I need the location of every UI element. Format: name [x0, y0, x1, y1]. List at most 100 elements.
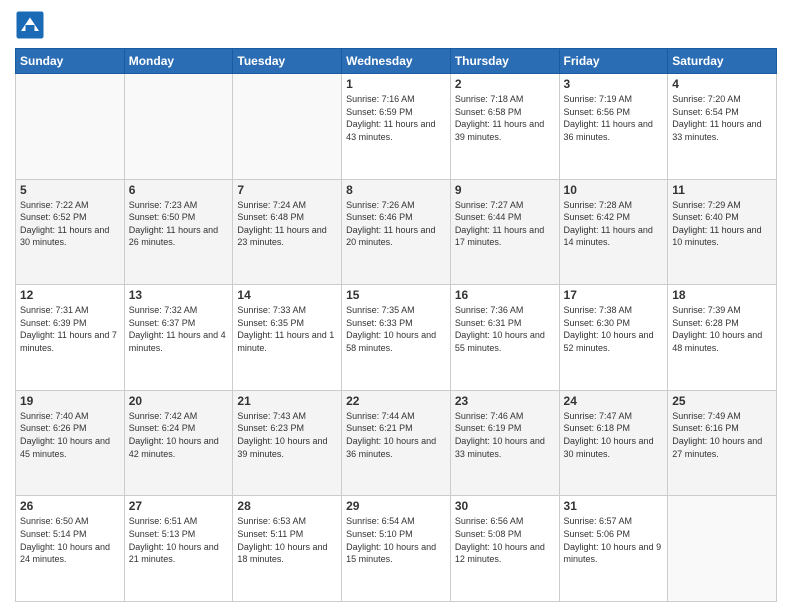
day-number: 27 — [129, 499, 229, 513]
calendar-cell: 21 Sunrise: 7:43 AMSunset: 6:23 PMDayligh… — [233, 390, 342, 496]
day-number: 21 — [237, 394, 337, 408]
calendar-cell: 3 Sunrise: 7:19 AMSunset: 6:56 PMDaylight… — [559, 74, 668, 180]
day-number: 13 — [129, 288, 229, 302]
calendar-cell: 7 Sunrise: 7:24 AMSunset: 6:48 PMDaylight… — [233, 179, 342, 285]
day-number: 3 — [564, 77, 664, 91]
weekday-header-tuesday: Tuesday — [233, 49, 342, 74]
day-number: 23 — [455, 394, 555, 408]
day-info: Sunrise: 7:19 AMSunset: 6:56 PMDaylight:… — [564, 93, 664, 143]
day-info: Sunrise: 7:23 AMSunset: 6:50 PMDaylight:… — [129, 199, 229, 249]
calendar-cell — [668, 496, 777, 602]
day-number: 6 — [129, 183, 229, 197]
day-info: Sunrise: 7:22 AMSunset: 6:52 PMDaylight:… — [20, 199, 120, 249]
calendar-cell: 15 Sunrise: 7:35 AMSunset: 6:33 PMDayligh… — [342, 285, 451, 391]
day-number: 7 — [237, 183, 337, 197]
calendar-cell: 14 Sunrise: 7:33 AMSunset: 6:35 PMDayligh… — [233, 285, 342, 391]
day-info: Sunrise: 7:20 AMSunset: 6:54 PMDaylight:… — [672, 93, 772, 143]
calendar-cell: 8 Sunrise: 7:26 AMSunset: 6:46 PMDaylight… — [342, 179, 451, 285]
day-number: 17 — [564, 288, 664, 302]
day-number: 31 — [564, 499, 664, 513]
day-info: Sunrise: 7:44 AMSunset: 6:21 PMDaylight:… — [346, 410, 446, 460]
day-number: 25 — [672, 394, 772, 408]
calendar-cell: 26Sunrise: 6:50 AMSunset: 5:14 PMDayligh… — [16, 496, 125, 602]
weekday-header-saturday: Saturday — [668, 49, 777, 74]
calendar-cell — [233, 74, 342, 180]
weekday-header-friday: Friday — [559, 49, 668, 74]
calendar-cell: 25 Sunrise: 7:49 AMSunset: 6:16 PMDayligh… — [668, 390, 777, 496]
calendar-cell: 16 Sunrise: 7:36 AMSunset: 6:31 PMDayligh… — [450, 285, 559, 391]
day-info: Sunrise: 7:16 AMSunset: 6:59 PMDaylight:… — [346, 93, 446, 143]
day-number: 22 — [346, 394, 446, 408]
calendar-cell: 30 Sunrise: 6:56 AMSunset: 5:08 PMDayligh… — [450, 496, 559, 602]
day-info: Sunrise: 6:51 AMSunset: 5:13 PMDaylight:… — [129, 515, 229, 565]
calendar-cell: 1 Sunrise: 7:16 AMSunset: 6:59 PMDaylight… — [342, 74, 451, 180]
calendar-cell: 11 Sunrise: 7:29 AMSunset: 6:40 PMDayligh… — [668, 179, 777, 285]
day-info: Sunrise: 6:57 AMSunset: 5:06 PMDaylight:… — [564, 515, 664, 565]
logo-icon — [15, 10, 45, 40]
calendar-week-2: 12 Sunrise: 7:31 AMSunset: 6:39 PMDayligh… — [16, 285, 777, 391]
day-number: 4 — [672, 77, 772, 91]
day-number: 30 — [455, 499, 555, 513]
day-info: Sunrise: 7:24 AMSunset: 6:48 PMDaylight:… — [237, 199, 337, 249]
calendar-cell: 18Sunrise: 7:39 AMSunset: 6:28 PMDayligh… — [668, 285, 777, 391]
calendar-cell: 9 Sunrise: 7:27 AMSunset: 6:44 PMDaylight… — [450, 179, 559, 285]
calendar-cell: 13 Sunrise: 7:32 AMSunset: 6:37 PMDayligh… — [124, 285, 233, 391]
day-number: 15 — [346, 288, 446, 302]
calendar-cell: 12 Sunrise: 7:31 AMSunset: 6:39 PMDayligh… — [16, 285, 125, 391]
day-info: Sunrise: 7:46 AMSunset: 6:19 PMDaylight:… — [455, 410, 555, 460]
calendar-cell: 29Sunrise: 6:54 AMSunset: 5:10 PMDayligh… — [342, 496, 451, 602]
day-info: Sunrise: 7:18 AMSunset: 6:58 PMDaylight:… — [455, 93, 555, 143]
header — [15, 10, 777, 40]
day-info: Sunrise: 7:29 AMSunset: 6:40 PMDaylight:… — [672, 199, 772, 249]
day-info: Sunrise: 7:31 AMSunset: 6:39 PMDaylight:… — [20, 304, 120, 354]
day-number: 14 — [237, 288, 337, 302]
day-number: 9 — [455, 183, 555, 197]
calendar-cell: 4 Sunrise: 7:20 AMSunset: 6:54 PMDaylight… — [668, 74, 777, 180]
calendar-cell: 31 Sunrise: 6:57 AMSunset: 5:06 PMDayligh… — [559, 496, 668, 602]
day-info: Sunrise: 6:54 AMSunset: 5:10 PMDaylight:… — [346, 515, 446, 565]
day-number: 1 — [346, 77, 446, 91]
day-info: Sunrise: 7:35 AMSunset: 6:33 PMDaylight:… — [346, 304, 446, 354]
day-info: Sunrise: 7:49 AMSunset: 6:16 PMDaylight:… — [672, 410, 772, 460]
day-number: 26 — [20, 499, 120, 513]
day-info: Sunrise: 7:47 AMSunset: 6:18 PMDaylight:… — [564, 410, 664, 460]
day-info: Sunrise: 7:43 AMSunset: 6:23 PMDaylight:… — [237, 410, 337, 460]
calendar-week-1: 5 Sunrise: 7:22 AMSunset: 6:52 PMDaylight… — [16, 179, 777, 285]
calendar-cell: 19Sunrise: 7:40 AMSunset: 6:26 PMDayligh… — [16, 390, 125, 496]
logo — [15, 10, 49, 40]
day-number: 16 — [455, 288, 555, 302]
day-number: 8 — [346, 183, 446, 197]
calendar-cell: 10Sunrise: 7:28 AMSunset: 6:42 PMDayligh… — [559, 179, 668, 285]
calendar-week-3: 19Sunrise: 7:40 AMSunset: 6:26 PMDayligh… — [16, 390, 777, 496]
day-number: 18 — [672, 288, 772, 302]
day-number: 12 — [20, 288, 120, 302]
day-number: 24 — [564, 394, 664, 408]
day-info: Sunrise: 7:36 AMSunset: 6:31 PMDaylight:… — [455, 304, 555, 354]
calendar-cell — [16, 74, 125, 180]
calendar-cell: 23 Sunrise: 7:46 AMSunset: 6:19 PMDayligh… — [450, 390, 559, 496]
day-info: Sunrise: 7:28 AMSunset: 6:42 PMDaylight:… — [564, 199, 664, 249]
day-info: Sunrise: 7:33 AMSunset: 6:35 PMDaylight:… — [237, 304, 337, 354]
calendar-cell — [124, 74, 233, 180]
calendar-week-4: 26Sunrise: 6:50 AMSunset: 5:14 PMDayligh… — [16, 496, 777, 602]
day-info: Sunrise: 6:56 AMSunset: 5:08 PMDaylight:… — [455, 515, 555, 565]
day-info: Sunrise: 7:38 AMSunset: 6:30 PMDaylight:… — [564, 304, 664, 354]
weekday-header-thursday: Thursday — [450, 49, 559, 74]
day-info: Sunrise: 7:32 AMSunset: 6:37 PMDaylight:… — [129, 304, 229, 354]
day-info: Sunrise: 7:27 AMSunset: 6:44 PMDaylight:… — [455, 199, 555, 249]
calendar-week-0: 1 Sunrise: 7:16 AMSunset: 6:59 PMDaylight… — [16, 74, 777, 180]
calendar-cell: 28Sunrise: 6:53 AMSunset: 5:11 PMDayligh… — [233, 496, 342, 602]
calendar-cell: 17 Sunrise: 7:38 AMSunset: 6:30 PMDayligh… — [559, 285, 668, 391]
day-number: 28 — [237, 499, 337, 513]
weekday-header-monday: Monday — [124, 49, 233, 74]
day-info: Sunrise: 7:26 AMSunset: 6:46 PMDaylight:… — [346, 199, 446, 249]
weekday-header-sunday: Sunday — [16, 49, 125, 74]
calendar-cell: 27 Sunrise: 6:51 AMSunset: 5:13 PMDayligh… — [124, 496, 233, 602]
day-number: 2 — [455, 77, 555, 91]
day-number: 20 — [129, 394, 229, 408]
day-number: 11 — [672, 183, 772, 197]
day-number: 19 — [20, 394, 120, 408]
day-number: 5 — [20, 183, 120, 197]
calendar-header-row: SundayMondayTuesdayWednesdayThursdayFrid… — [16, 49, 777, 74]
weekday-header-wednesday: Wednesday — [342, 49, 451, 74]
